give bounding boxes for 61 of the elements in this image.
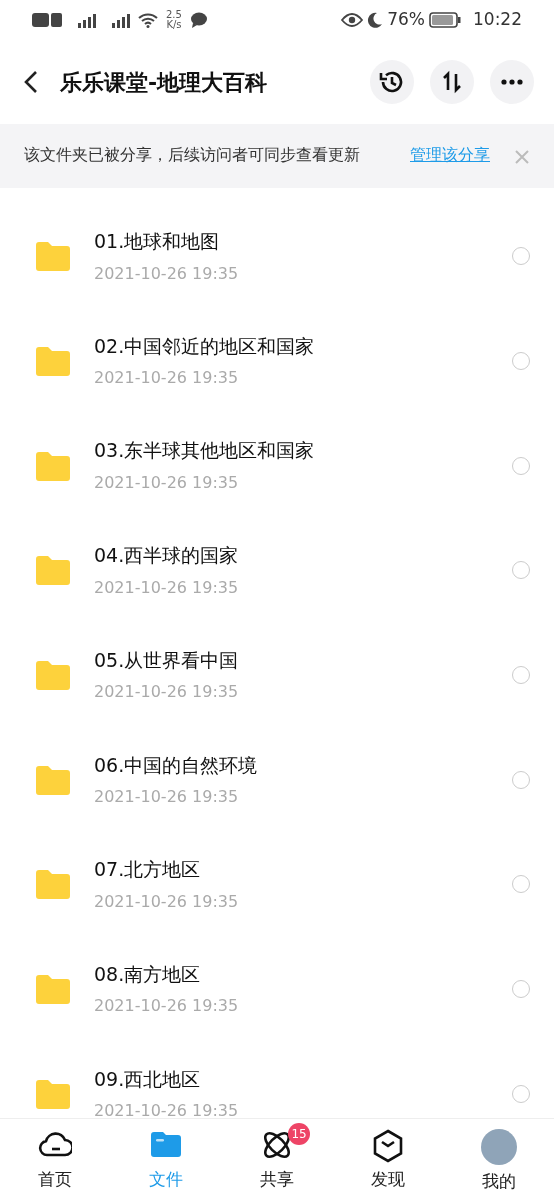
folder-icon [36,346,70,377]
folder-date: 2021-10-26 19:35 [94,995,240,1018]
folder-date: 2021-10-26 19:35 [94,681,240,704]
folder-row[interactable]: 03.东半球其他地区和国家 2021-10-26 19:35 [0,413,554,519]
folder-icon [36,555,70,586]
folder-date: 2021-10-26 19:35 [94,786,240,809]
nav-tab[interactable]: 共享 15 [221,1119,333,1200]
count-badge: 15 [288,1123,311,1145]
folder-row[interactable]: 02.中国邻近的地区和国家 2021-10-26 19:35 [0,308,554,414]
folder-name: 09.西北地区 [94,1066,202,1092]
hd-icon [32,12,62,28]
folder-icon [36,241,70,272]
folder-row[interactable]: 06.中国的自然环境 2021-10-26 19:35 [0,727,554,833]
battery-percent: 76% [387,8,425,32]
network-speed-unit: K/s [166,20,182,31]
chat-bubble-icon [189,12,208,28]
folder-row[interactable]: 04.西半球的国家 2021-10-26 19:35 [0,518,554,623]
folder-name: 07.北方地区 [94,857,202,883]
clock-time: 10:22 [473,8,522,32]
nav-tab[interactable]: 首页 [0,1119,111,1200]
share-notice-text: 该文件夹已被分享，后续访问者可同步查看更新 [24,145,361,167]
moon-icon [367,12,384,28]
eye-icon [341,13,364,27]
folder-row[interactable]: 01.地球和地图 2021-10-26 19:35 [0,204,554,309]
folder-name: 02.中国邻近的地区和国家 [94,333,316,359]
folder-icon [36,764,70,795]
folder-name: 05.从世界看中国 [94,647,240,673]
folder-date: 2021-10-26 19:35 [94,367,240,390]
back-button[interactable] [24,69,38,95]
folder-date: 2021-10-26 19:35 [94,1100,240,1118]
folder-date: 2021-10-26 19:35 [94,262,240,285]
folder-row[interactable]: 09.西北地区 2021-10-26 19:35 [0,1041,554,1118]
folder-icon [36,660,70,691]
folder-date: 2021-10-26 19:35 [94,576,240,599]
folder-name: 06.中国的自然环境 [94,752,259,778]
folder-date: 2021-10-26 19:35 [94,471,240,494]
battery-icon [429,12,461,28]
folder-icon [36,974,70,1005]
folder-name: 01.地球和地图 [94,229,221,255]
history-button[interactable] [370,60,414,104]
history-icon [379,69,405,95]
folder-icon [36,450,70,481]
avatar-placeholder [480,1129,517,1165]
page-title: 乐乐课堂-地理大百科 [60,68,269,97]
sort-button[interactable] [430,60,474,104]
folder-row[interactable]: 05.从世界看中国 2021-10-26 19:35 [0,622,554,728]
wifi-icon [138,12,158,28]
nav-tab[interactable]: 发现 [332,1119,444,1200]
folder-row[interactable]: 08.南方地区 2021-10-26 19:35 [0,936,554,1042]
more-button[interactable] [490,60,534,104]
nav-tab[interactable]: 我的 [443,1119,554,1200]
folder-date: 2021-10-26 19:35 [94,890,240,913]
network-speed: 2.5 [166,9,182,20]
folder-icon [36,1078,70,1109]
more-dots-icon [501,79,523,85]
folder-name: 03.东半球其他地区和国家 [94,438,316,464]
folder-icon [36,869,70,900]
folder-name: 04.西半球的国家 [94,543,240,569]
folder-row[interactable]: 07.北方地区 2021-10-26 19:35 [0,832,554,937]
close-icon [514,148,530,165]
folder-name: 08.南方地区 [94,961,202,987]
